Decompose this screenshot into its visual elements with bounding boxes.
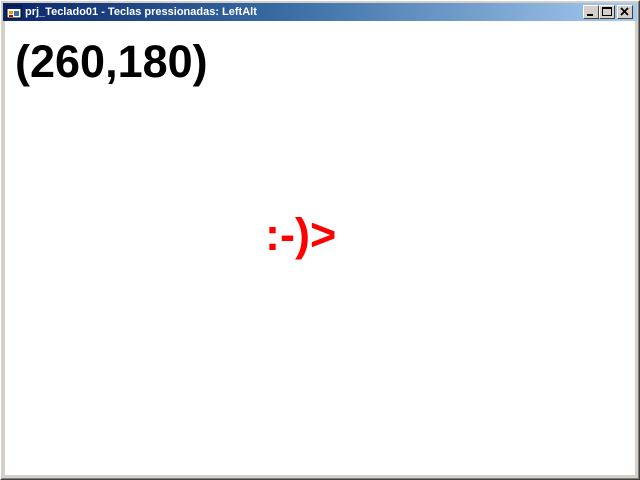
app-window: prj_Teclado01 - Teclas pressionadas: Lef… xyxy=(0,0,640,480)
client-area[interactable]: (260,180) :-)> xyxy=(5,21,635,475)
smiley-text: :-)> xyxy=(265,209,337,260)
close-button[interactable] xyxy=(617,5,633,19)
application-icon[interactable] xyxy=(6,4,22,20)
title-bar[interactable]: prj_Teclado01 - Teclas pressionadas: Lef… xyxy=(3,3,637,21)
maximize-button[interactable] xyxy=(599,5,615,19)
minimize-button[interactable] xyxy=(583,5,599,19)
minimize-icon xyxy=(587,14,593,16)
mouse-coordinates-text: (260,180) xyxy=(15,36,208,87)
close-icon xyxy=(620,7,629,16)
maximize-icon xyxy=(602,7,612,16)
window-title: prj_Teclado01 - Teclas pressionadas: Lef… xyxy=(25,6,257,18)
